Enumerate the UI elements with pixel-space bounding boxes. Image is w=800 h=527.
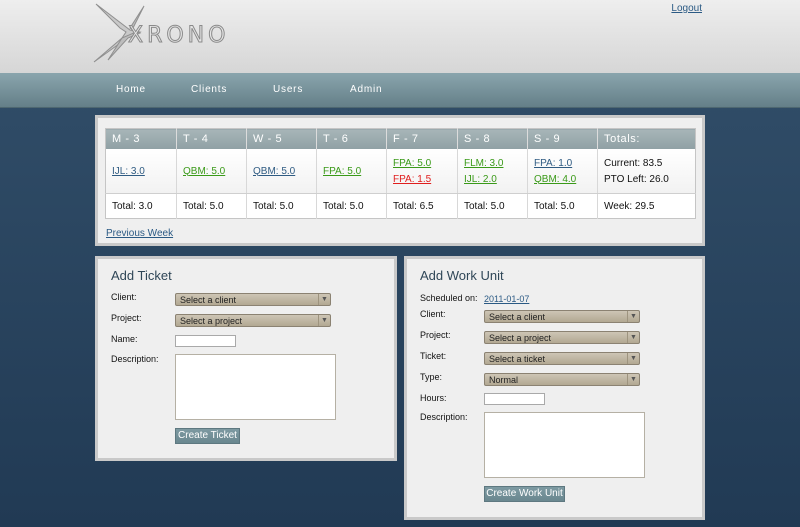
main-nav: Home Clients Users Admin: [0, 73, 800, 108]
header: XRONO Logout: [0, 0, 800, 73]
week-summary-panel: M - 3 T - 4 W - 5 T - 6 F - 7 S - 8 S - …: [95, 115, 705, 246]
col-header: S - 9: [527, 128, 598, 149]
work-entry-link[interactable]: FPA: 1.5: [393, 174, 457, 185]
day-total: Total: 5.0: [246, 193, 317, 219]
scheduled-date-link[interactable]: 2011-01-07: [484, 294, 529, 304]
work-entry-link[interactable]: IJL: 3.0: [112, 166, 176, 177]
chevron-down-icon: ▼: [627, 332, 639, 343]
day-total: Total: 5.0: [457, 193, 528, 219]
ticket-client-select[interactable]: Select a client ▼: [175, 293, 331, 306]
day-cell: FPA: 5.0 FPA: 1.5: [386, 149, 458, 194]
work-entry-link[interactable]: QBM: 5.0: [183, 166, 246, 177]
work-entry-link[interactable]: QBM: 5.0: [253, 166, 316, 177]
work-entry-link[interactable]: FPA: 1.0: [534, 158, 597, 169]
work-unit-ticket-select[interactable]: Select a ticket ▼: [484, 352, 640, 365]
project-label: Project:: [111, 313, 142, 323]
work-unit-project-select[interactable]: Select a project ▼: [484, 331, 640, 344]
col-header-totals: Totals:: [597, 128, 696, 149]
hours-label: Hours:: [420, 393, 447, 403]
chevron-down-icon: ▼: [627, 311, 639, 322]
day-total: Total: 3.0: [105, 193, 177, 219]
description-label: Description:: [111, 354, 159, 364]
logout-link[interactable]: Logout: [671, 3, 702, 14]
description-label: Description:: [420, 412, 468, 422]
work-unit-description-textarea[interactable]: [484, 412, 645, 478]
ticket-label: Ticket:: [420, 351, 447, 361]
week-total: Week: 29.5: [604, 200, 655, 212]
hours-input[interactable]: [484, 393, 545, 405]
name-label: Name:: [111, 334, 138, 344]
entries-row: IJL: 3.0 QBM: 5.0 QBM: 5.0 FPA: 5.0 FPA:…: [105, 149, 696, 194]
day-cell: QBM: 5.0: [246, 149, 317, 194]
col-header: T - 4: [176, 128, 247, 149]
summary-cell: Current: 83.5 PTO Left: 26.0: [597, 149, 696, 194]
day-total: Total: 6.5: [386, 193, 458, 219]
ticket-project-select[interactable]: Select a project ▼: [175, 314, 331, 327]
nav-admin[interactable]: Admin: [350, 84, 382, 95]
col-header: T - 6: [316, 128, 387, 149]
xrono-logo: XRONO: [93, 3, 229, 63]
chevron-down-icon: ▼: [318, 294, 330, 305]
col-header: S - 8: [457, 128, 528, 149]
create-work-unit-button[interactable]: Create Work Unit: [484, 486, 565, 502]
week-table: M - 3 T - 4 W - 5 T - 6 F - 7 S - 8 S - …: [105, 128, 696, 219]
select-value: Select a project: [180, 316, 243, 326]
scheduled-label: Scheduled on:: [420, 293, 478, 303]
chevron-down-icon: ▼: [627, 374, 639, 385]
logo-text: XRONO: [128, 23, 229, 48]
week-header-row: M - 3 T - 4 W - 5 T - 6 F - 7 S - 8 S - …: [105, 128, 696, 149]
add-work-unit-panel: Add Work Unit Scheduled on: 2011-01-07 C…: [404, 256, 705, 520]
work-entry-link[interactable]: FLM: 3.0: [464, 158, 527, 169]
select-value: Select a client: [489, 312, 546, 322]
totals-row: Total: 3.0 Total: 5.0 Total: 5.0 Total: …: [105, 193, 696, 219]
select-value: Select a ticket: [489, 354, 546, 364]
add-ticket-panel: Add Ticket Client: Select a client ▼ Pro…: [95, 256, 397, 461]
type-label: Type:: [420, 372, 443, 382]
work-entry-link[interactable]: QBM: 4.0: [534, 174, 597, 185]
ticket-description-textarea[interactable]: [175, 354, 336, 420]
ticket-name-input[interactable]: [175, 335, 236, 347]
select-value: Select a project: [489, 333, 552, 343]
client-label: Client:: [111, 292, 137, 302]
col-header: M - 3: [105, 128, 177, 149]
project-label: Project:: [420, 330, 451, 340]
work-entry-link[interactable]: FPA: 5.0: [393, 158, 457, 169]
client-label: Client:: [420, 309, 446, 319]
chevron-down-icon: ▼: [627, 353, 639, 364]
nav-users[interactable]: Users: [273, 84, 303, 95]
work-entry-link[interactable]: IJL: 2.0: [464, 174, 527, 185]
day-cell: FPA: 5.0: [316, 149, 387, 194]
select-value: Select a client: [180, 295, 237, 305]
previous-week-link[interactable]: Previous Week: [106, 228, 173, 239]
col-header: F - 7: [386, 128, 458, 149]
day-total: Total: 5.0: [316, 193, 387, 219]
day-cell: FPA: 1.0 QBM: 4.0: [527, 149, 598, 194]
day-cell: QBM: 5.0: [176, 149, 247, 194]
add-ticket-title: Add Ticket: [111, 268, 172, 283]
work-unit-client-select[interactable]: Select a client ▼: [484, 310, 640, 323]
pto-left: PTO Left: 26.0: [604, 173, 669, 185]
select-value: Normal: [489, 375, 519, 385]
add-work-unit-title: Add Work Unit: [420, 268, 504, 283]
work-entry-link[interactable]: FPA: 5.0: [323, 166, 386, 177]
col-header: W - 5: [246, 128, 317, 149]
current-hours: Current: 83.5: [604, 157, 663, 169]
work-unit-type-select[interactable]: Normal ▼: [484, 373, 640, 386]
chevron-down-icon: ▼: [318, 315, 330, 326]
nav-home[interactable]: Home: [116, 84, 146, 95]
nav-clients[interactable]: Clients: [191, 84, 227, 95]
day-total: Total: 5.0: [527, 193, 598, 219]
create-ticket-button[interactable]: Create Ticket: [175, 428, 240, 444]
day-total: Total: 5.0: [176, 193, 247, 219]
day-cell: IJL: 3.0: [105, 149, 177, 194]
day-cell: FLM: 3.0 IJL: 2.0: [457, 149, 528, 194]
